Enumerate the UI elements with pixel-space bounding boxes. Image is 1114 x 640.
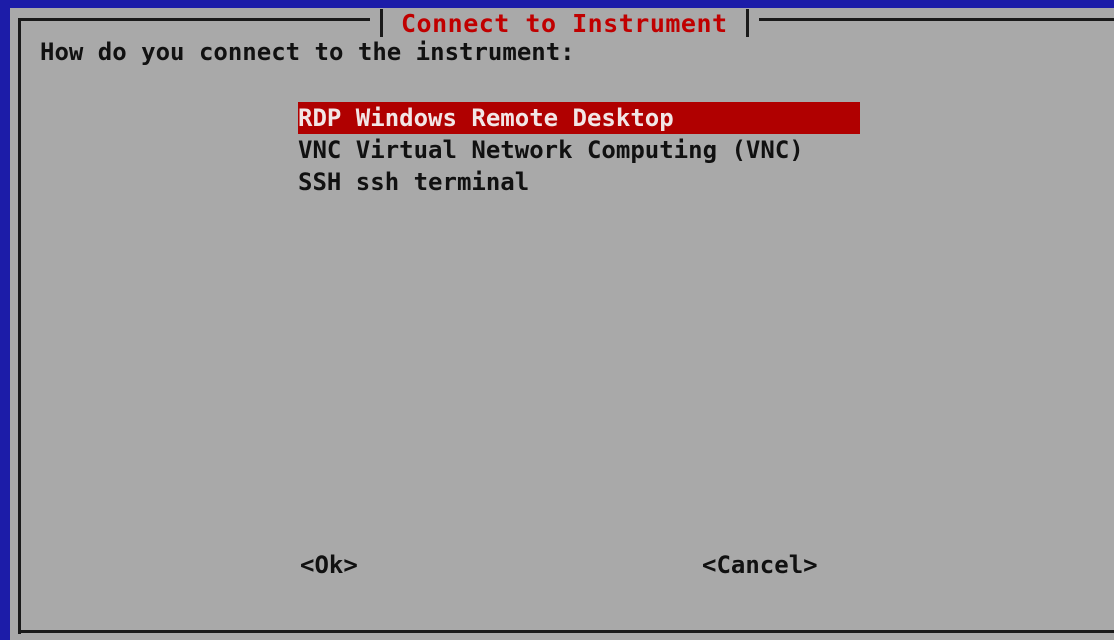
connect-dialog: Connect to Instrument How do you connect… [10,8,1114,640]
dialog-prompt: How do you connect to the instrument: [40,38,575,66]
dialog-frame-left [18,18,21,634]
dialog-title: Connect to Instrument [401,8,728,38]
connection-menu: RDP Windows Remote Desktop VNC Virtual N… [298,102,860,198]
menu-item-ssh[interactable]: SSH ssh terminal [298,166,860,198]
dialog-frame-bottom [18,630,1114,633]
title-right-tick [745,9,749,37]
terminal-screen: Connect to Instrument How do you connect… [0,0,1114,640]
dialog-title-bar: Connect to Instrument [370,8,759,38]
ok-button[interactable]: <Ok> [300,551,358,579]
menu-item-vnc[interactable]: VNC Virtual Network Computing (VNC) [298,134,860,166]
menu-item-rdp[interactable]: RDP Windows Remote Desktop [298,102,860,134]
cancel-button[interactable]: <Cancel> [702,551,818,579]
